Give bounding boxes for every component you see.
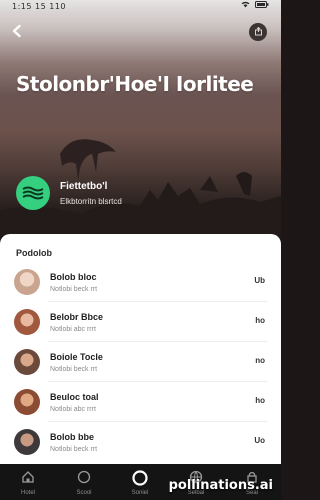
list-item-meta: no — [255, 356, 265, 365]
back-arrow-icon — [12, 24, 21, 38]
share-button[interactable] — [249, 23, 267, 41]
list-item[interactable]: Beuloc toal Notlobi abc rrrt ho — [0, 384, 281, 422]
status-icons — [241, 1, 269, 10]
profile-name: Fiettetbo'l — [60, 181, 108, 192]
avatar — [14, 349, 40, 375]
landscape-silhouette — [0, 139, 281, 238]
back-button[interactable] — [10, 22, 30, 42]
status-time: 1:15 15 110 — [12, 2, 66, 11]
list-item-subtitle: Notlobi beck rrt — [50, 366, 98, 373]
profile-subtitle: Elkbtorritn blsrtcd — [60, 197, 122, 206]
avatar — [14, 389, 40, 415]
divider — [48, 301, 267, 302]
avatar — [14, 309, 40, 335]
circle-icon — [77, 470, 91, 484]
divider — [48, 341, 267, 342]
list-item-title: Bolob bloc — [50, 272, 97, 282]
section-title: Podolob — [16, 248, 52, 258]
list-item-title: Boiole Tocle — [50, 352, 103, 362]
battery-icon — [255, 1, 269, 10]
nav-item-scool[interactable]: Scool — [56, 464, 112, 500]
watermark: pollinations.ai — [168, 478, 273, 493]
avatar — [14, 269, 40, 295]
share-icon — [254, 26, 262, 36]
list-item[interactable]: Boiole Tocle Notlobi beck rrt no — [0, 344, 281, 382]
list-item[interactable]: Bolob bloc Notlobi beck rrt Ub — [0, 264, 281, 302]
list-item[interactable]: Belobr Bbce Notlobi abc rrrt ho — [0, 304, 281, 342]
list-item-subtitle: Notlobi beck rrt — [50, 446, 98, 453]
divider — [48, 381, 267, 382]
list-item-title: Bolob bbe — [50, 432, 94, 442]
hero-banner: 1:15 15 110 Stolonbr'Hoe'I Iorlitee Fiet… — [0, 0, 281, 238]
wifi-icon — [241, 1, 250, 10]
nav-label: Soniel — [131, 490, 149, 496]
divider — [48, 421, 267, 422]
profile-avatar[interactable] — [16, 176, 50, 210]
hero-title: Stolonbr'Hoe'I Iorlitee — [16, 72, 254, 96]
list-item-meta: ho — [255, 316, 265, 325]
list-item-subtitle: Notlobi abc rrrt — [50, 406, 96, 413]
nav-item-soniel[interactable]: Soniel — [112, 464, 168, 500]
status-bar: 1:15 15 110 — [0, 0, 281, 14]
record-icon — [132, 470, 148, 486]
list-item-title: Beuloc toal — [50, 392, 99, 402]
list-item-meta: Ub — [254, 276, 265, 285]
list-item-subtitle: Notlobi beck rrt — [50, 286, 98, 293]
home-icon — [22, 471, 34, 483]
avatar — [14, 429, 40, 455]
nav-label: Hotel — [20, 490, 35, 496]
list-item[interactable]: Bolob bbe Notlobi beck rrt Uo — [0, 424, 281, 462]
nav-item-hotel[interactable]: Hotel — [0, 464, 56, 500]
list-item-subtitle: Notlobi abc rrrt — [50, 326, 96, 333]
list-item-meta: ho — [255, 396, 265, 405]
list-item-meta: Uo — [254, 436, 265, 445]
list-item-title: Belobr Bbce — [50, 312, 104, 322]
nav-label: Scool — [76, 490, 92, 496]
content-sheet: Podolob Bolob bloc Notlobi beck rrt Ub B… — [0, 234, 281, 464]
waves-icon — [22, 186, 44, 200]
